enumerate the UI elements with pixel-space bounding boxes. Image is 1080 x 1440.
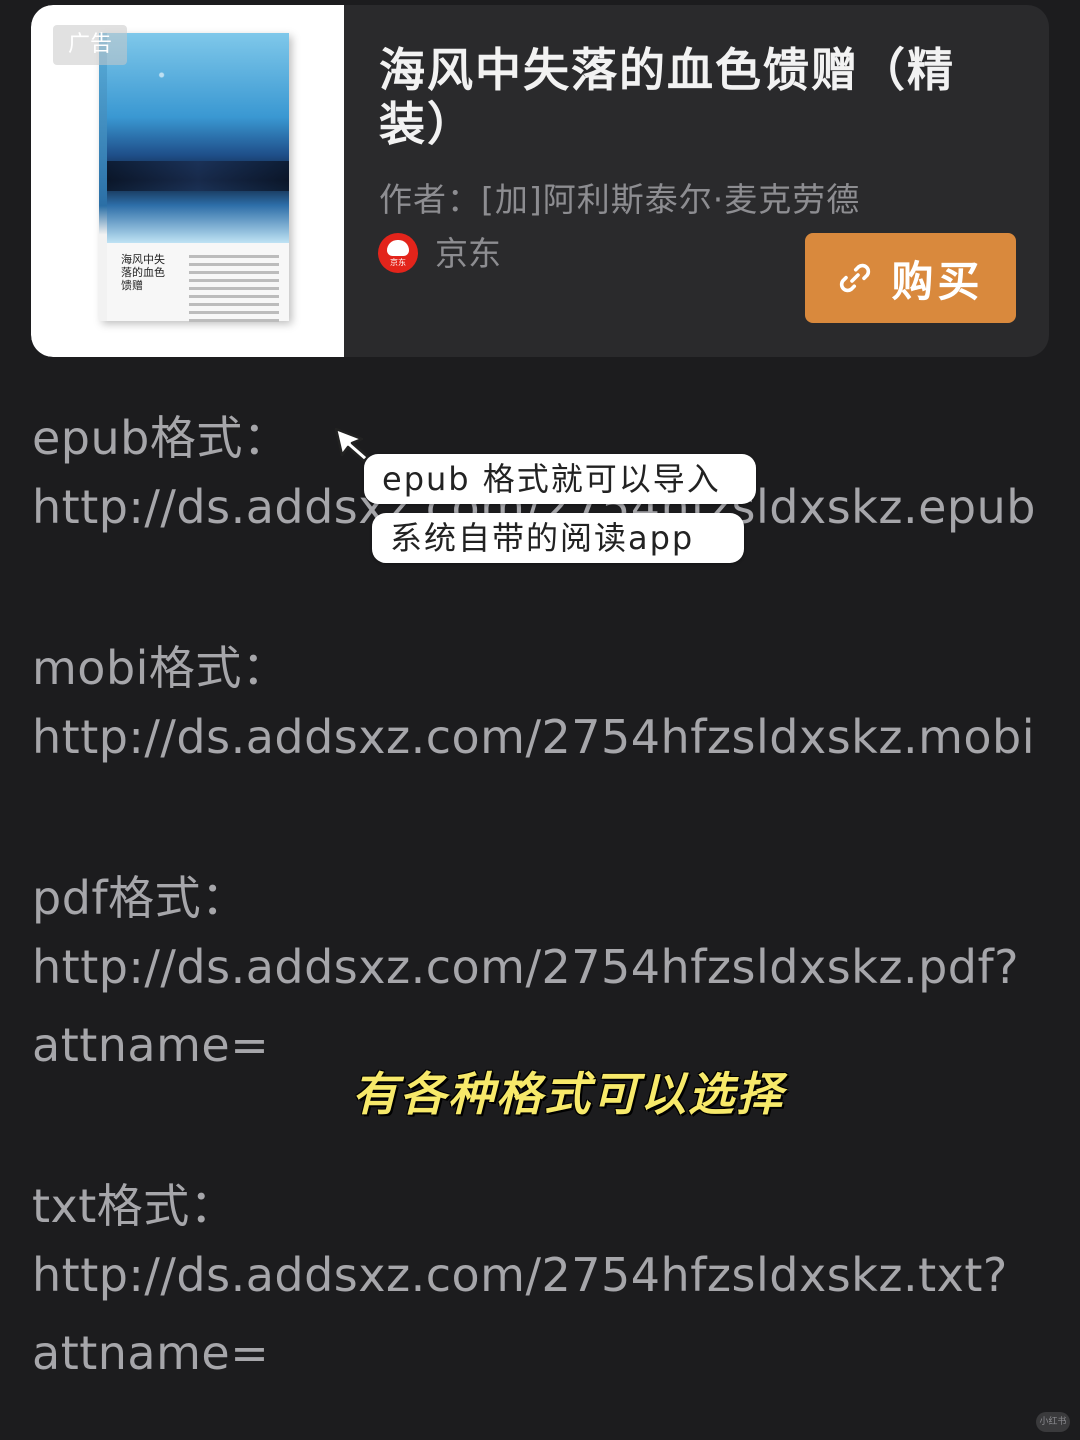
link-icon (840, 263, 871, 293)
book-cover: 海风中失落的血色馈赠 (99, 33, 289, 322)
product-author: 作者：[加]阿利斯泰尔·麦克劳德 (379, 180, 861, 219)
annotation-bubble-epub: epub 格式就可以导入 (364, 454, 756, 504)
book-spine (99, 33, 107, 321)
annotation-bubble-app: 系统自带的阅读app (372, 513, 744, 563)
epub-format-label: epub格式： (32, 411, 290, 465)
pdf-format-label: pdf格式： (32, 871, 248, 925)
jd-logo-text: 京东 (390, 258, 406, 267)
page: 广告 海风中失落的血色馈赠 海风中失落的血色馈赠（精装） 作者：[加]阿利斯泰尔… (0, 0, 1080, 1440)
watermark-logo: 小红书 (1036, 1412, 1070, 1432)
book-cover-image[interactable]: 广告 海风中失落的血色馈赠 (31, 5, 344, 357)
book-cover-title: 海风中失落的血色馈赠 (121, 253, 165, 292)
book-cover-art (107, 33, 289, 243)
buy-button[interactable]: 购买 (805, 233, 1016, 323)
txt-url-link[interactable]: http://ds.addsxz.com/2754hfzsldxskz.txt? (32, 1248, 1008, 1302)
buy-button-label: 购买 (891, 256, 984, 306)
seller-name: 京东 (435, 234, 501, 273)
product-ad-card[interactable]: 广告 海风中失落的血色馈赠 海风中失落的血色馈赠（精装） 作者：[加]阿利斯泰尔… (31, 5, 1049, 357)
book-cover-art-band (107, 161, 289, 191)
txt-format-label: txt格式： (32, 1179, 237, 1233)
jd-logo-icon: 京东 (378, 233, 418, 273)
pdf-url-link-cont[interactable]: attname= (32, 1018, 269, 1072)
product-title[interactable]: 海风中失落的血色馈赠（精装） (379, 43, 1019, 151)
ad-badge: 广告 (53, 25, 127, 65)
book-cover-blurb (189, 255, 279, 327)
mobi-url-link[interactable]: http://ds.addsxz.com/2754hfzsldxskz.mobi (32, 710, 1035, 764)
mobi-format-label: mobi格式： (32, 641, 289, 695)
txt-url-link-cont[interactable]: attname= (32, 1326, 269, 1380)
pdf-url-link[interactable]: http://ds.addsxz.com/2754hfzsldxskz.pdf? (32, 940, 1019, 994)
caption-subtitle: 有各种格式可以选择 (352, 1067, 784, 1121)
